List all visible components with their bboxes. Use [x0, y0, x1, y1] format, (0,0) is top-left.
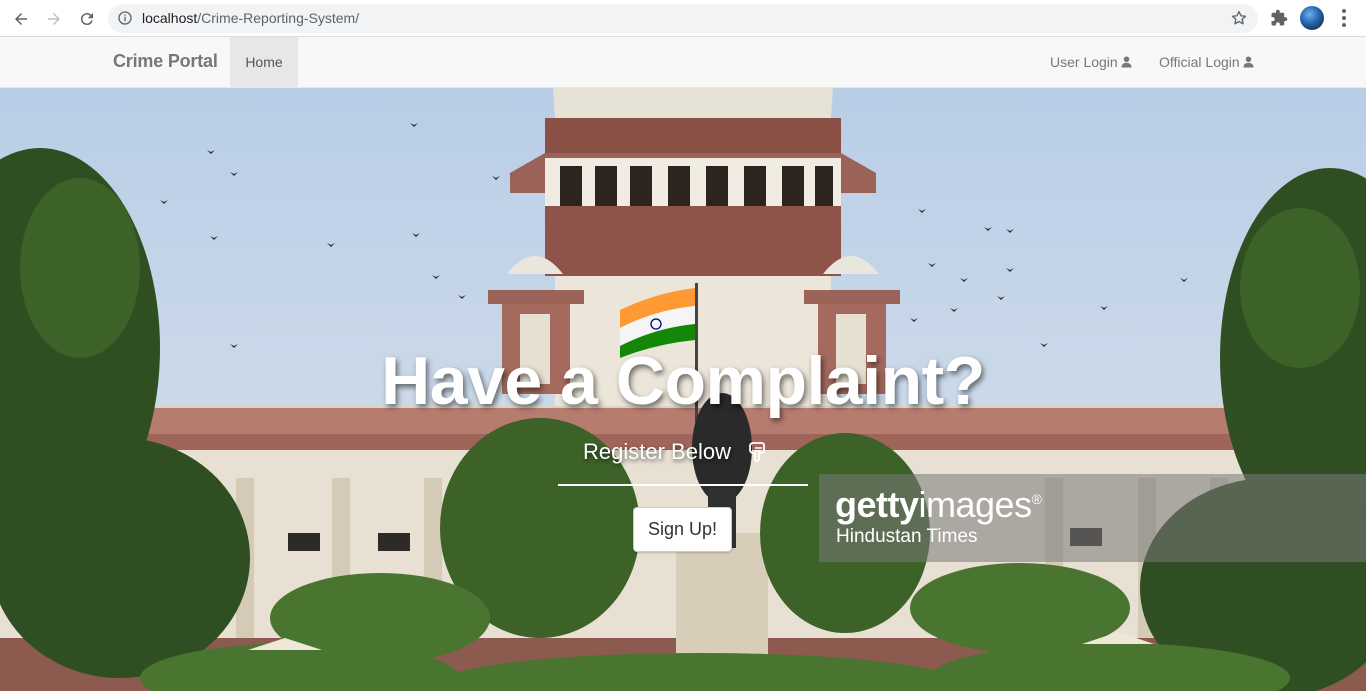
getty-credit: Hindustan Times [836, 526, 978, 547]
site-navbar: Crime Portal Home User Login Official Lo… [0, 37, 1366, 88]
url-text: localhost/Crime-Reporting-System/ [142, 10, 359, 26]
hero-headline: Have a Complaint? [381, 343, 985, 419]
register-below-label: Register Below [583, 439, 731, 464]
brand-link[interactable]: Crime Portal [113, 51, 218, 72]
getty-logo: gettyimages® [835, 484, 1042, 526]
kebab-menu-icon[interactable] [1336, 9, 1352, 27]
puzzle-icon[interactable] [1270, 9, 1288, 27]
address-bar[interactable]: localhost/Crime-Reporting-System/ [108, 4, 1258, 33]
browser-toolbar: localhost/Crime-Reporting-System/ [0, 0, 1366, 37]
hero-divider [558, 484, 808, 486]
getty-brand-bold: getty [835, 484, 919, 525]
star-icon[interactable] [1230, 9, 1248, 27]
getty-images-watermark: gettyimages® Hindustan Times [819, 474, 1366, 562]
nav-home-link[interactable]: Home [230, 37, 298, 87]
back-arrow-icon[interactable] [8, 6, 34, 32]
forward-arrow-icon[interactable] [41, 6, 67, 32]
user-login-label: User Login [1050, 54, 1118, 70]
official-login-label: Official Login [1159, 54, 1240, 70]
url-path: /Crime-Reporting-System/ [197, 10, 360, 26]
profile-avatar[interactable] [1300, 6, 1324, 30]
info-icon[interactable] [117, 10, 133, 26]
user-login-link[interactable]: User Login [1050, 54, 1132, 70]
hero-section: Have a Complaint? Register Below Sign Up… [0, 88, 1366, 691]
user-icon [1243, 56, 1254, 68]
hero-subline: Register Below [583, 439, 769, 465]
reload-icon[interactable] [74, 6, 100, 32]
official-login-link[interactable]: Official Login [1159, 54, 1254, 70]
user-icon [1121, 56, 1132, 68]
url-host: localhost [142, 10, 198, 26]
registered-mark: ® [1031, 491, 1042, 507]
hand-pointing-down-icon [749, 442, 765, 462]
getty-brand-light: images [918, 484, 1033, 525]
sign-up-button[interactable]: Sign Up! [633, 507, 732, 552]
